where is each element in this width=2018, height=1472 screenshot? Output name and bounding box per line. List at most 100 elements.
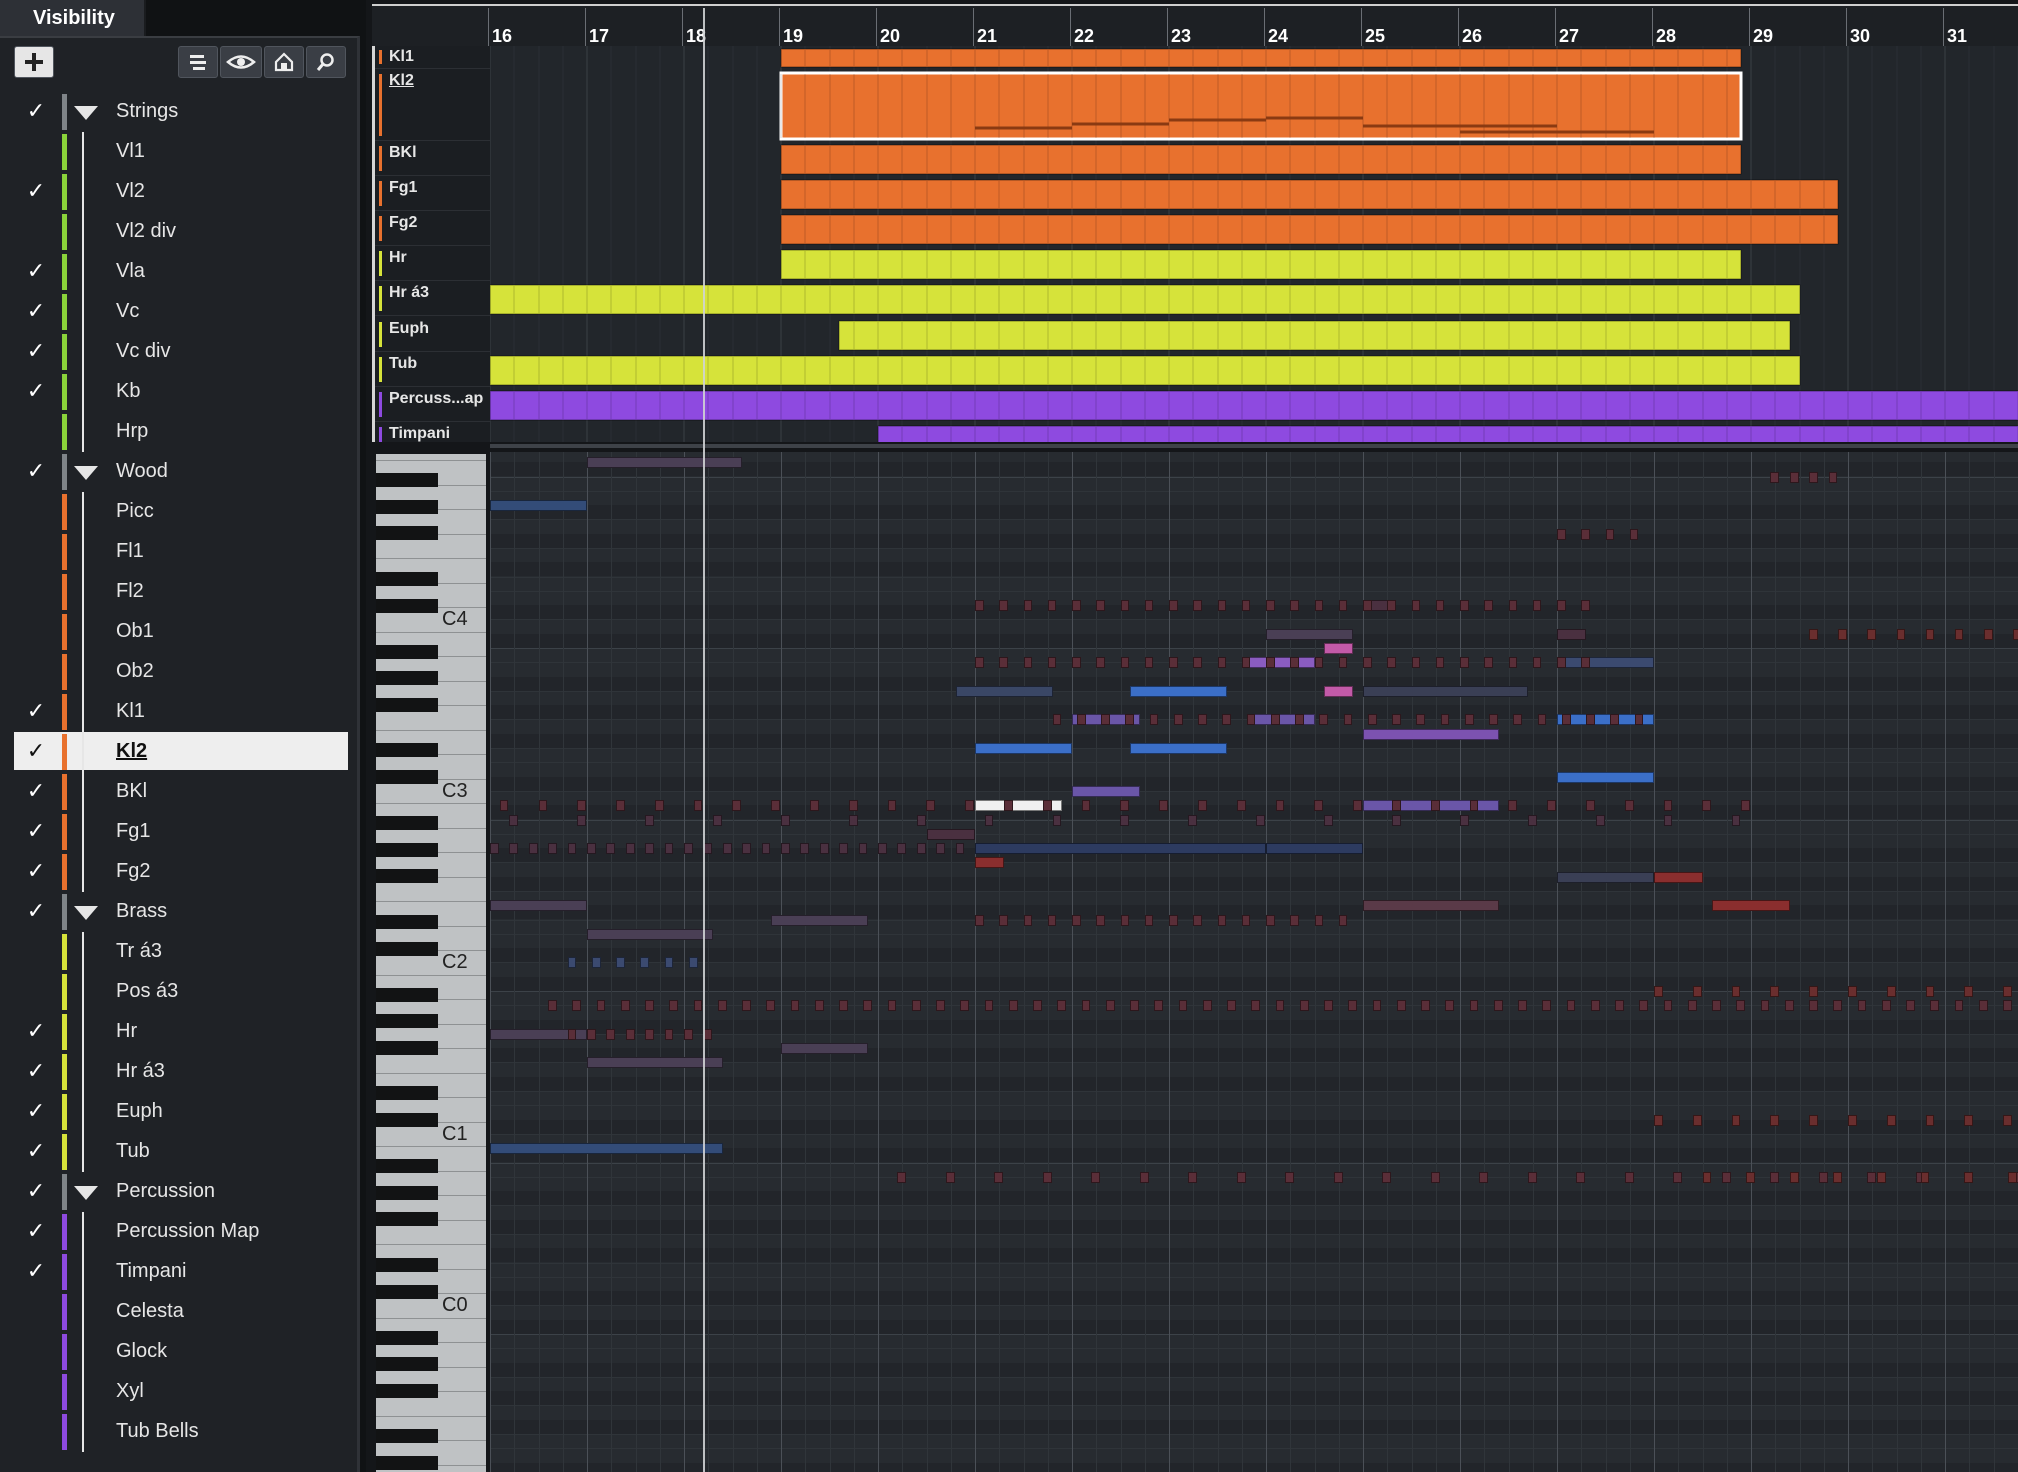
- track-row-timpani[interactable]: ✓ Timpani: [14, 1252, 348, 1292]
- midi-note[interactable]: [1606, 529, 1614, 540]
- midi-note[interactable]: [1072, 600, 1081, 611]
- midi-note[interactable]: [1363, 900, 1499, 911]
- midi-note[interactable]: [936, 843, 945, 854]
- track-row-euph[interactable]: ✓ Euph: [14, 1092, 348, 1132]
- midi-part[interactable]: [780, 179, 1839, 210]
- black-key[interactable]: [376, 1456, 438, 1471]
- midi-note[interactable]: [1809, 1115, 1818, 1126]
- midi-note[interactable]: [1712, 1000, 1721, 1011]
- piano-keyboard[interactable]: C4 C3 C2 C1 C0: [376, 454, 486, 1472]
- visibility-checkbox[interactable]: ✓: [24, 92, 48, 130]
- midi-note[interactable]: [1557, 657, 1654, 668]
- midi-note[interactable]: [1591, 1000, 1600, 1011]
- midi-note[interactable]: [1926, 986, 1934, 997]
- midi-note[interactable]: [1528, 1172, 1537, 1183]
- midi-note[interactable]: [616, 800, 625, 811]
- midi-note[interactable]: [587, 929, 713, 940]
- midi-note[interactable]: [1218, 915, 1226, 926]
- track-row-fl1[interactable]: Fl1: [14, 532, 348, 572]
- track-row-strings[interactable]: ✓ Strings: [14, 92, 348, 130]
- midi-note[interactable]: [1484, 600, 1493, 611]
- midi-note[interactable]: [1290, 600, 1299, 611]
- midi-note[interactable]: [645, 843, 654, 854]
- midi-note[interactable]: [1586, 800, 1595, 811]
- midi-note[interactable]: [1984, 629, 1993, 640]
- editor-splitter[interactable]: [490, 444, 2018, 448]
- track-row-vc[interactable]: ✓ Vc: [14, 292, 348, 332]
- track-row-xyl[interactable]: Xyl: [14, 1372, 348, 1412]
- track-row-vl2-div[interactable]: Vl2 div: [14, 212, 348, 252]
- midi-note[interactable]: [999, 915, 1008, 926]
- midi-note[interactable]: [1363, 729, 1499, 740]
- black-key[interactable]: [376, 842, 438, 857]
- midi-part[interactable]: [780, 144, 1742, 175]
- midi-note[interactable]: [1198, 800, 1207, 811]
- track-row-hr-3[interactable]: ✓ Hr á3: [14, 1052, 348, 1092]
- midi-note[interactable]: [897, 843, 906, 854]
- black-key[interactable]: [376, 1086, 438, 1101]
- midi-note[interactable]: [1858, 1000, 1866, 1011]
- midi-note[interactable]: [1237, 1172, 1246, 1183]
- midi-note[interactable]: [927, 829, 975, 840]
- timeline-ruler[interactable]: 16 17 18 19 20 21 22 23 24 25 26 27 28 29 30 31: [372, 6, 2018, 51]
- midi-note[interactable]: [839, 1000, 848, 1011]
- midi-note[interactable]: [1024, 657, 1032, 668]
- midi-note[interactable]: [1290, 915, 1299, 926]
- midi-note[interactable]: [960, 1000, 969, 1011]
- visibility-checkbox[interactable]: ✓: [24, 452, 48, 490]
- midi-note[interactable]: [1218, 600, 1226, 611]
- black-key[interactable]: [376, 869, 438, 884]
- midi-note[interactable]: [490, 1143, 723, 1154]
- midi-note[interactable]: [1266, 843, 1363, 854]
- midi-note[interactable]: [1741, 800, 1750, 811]
- midi-note[interactable]: [839, 843, 848, 854]
- midi-note[interactable]: [1576, 1172, 1585, 1183]
- midi-note[interactable]: [1082, 800, 1090, 811]
- visibility-checkbox[interactable]: ✓: [24, 1012, 48, 1050]
- midi-note[interactable]: [1193, 915, 1202, 926]
- midi-note[interactable]: [1072, 786, 1140, 797]
- midi-note[interactable]: [1625, 1172, 1634, 1183]
- arrange-track-header[interactable]: BKl: [375, 142, 490, 176]
- midi-note[interactable]: [1882, 1000, 1891, 1011]
- midi-note[interactable]: [1877, 1172, 1886, 1183]
- midi-note[interactable]: [1251, 1000, 1260, 1011]
- midi-note[interactable]: [1130, 1000, 1139, 1011]
- midi-note[interactable]: [587, 457, 742, 468]
- midi-note[interactable]: [1242, 657, 1250, 668]
- midi-note[interactable]: [1509, 600, 1517, 611]
- midi-note[interactable]: [1693, 1115, 1702, 1126]
- midi-note[interactable]: [771, 915, 868, 926]
- midi-note[interactable]: [669, 1000, 678, 1011]
- midi-note[interactable]: [1057, 1000, 1066, 1011]
- midi-note[interactable]: [1581, 529, 1590, 540]
- midi-note[interactable]: [1334, 1172, 1343, 1183]
- midi-note[interactable]: [1533, 600, 1541, 611]
- midi-note[interactable]: [626, 1029, 635, 1040]
- midi-note[interactable]: [1295, 714, 1304, 725]
- midi-note[interactable]: [1276, 800, 1284, 811]
- midi-note[interactable]: [849, 815, 858, 826]
- midi-note[interactable]: [1596, 815, 1605, 826]
- visibility-checkbox[interactable]: ✓: [24, 812, 48, 850]
- midi-note[interactable]: [888, 800, 896, 811]
- midi-note[interactable]: [1635, 714, 1643, 725]
- midi-note[interactable]: [1024, 600, 1032, 611]
- midi-note[interactable]: [917, 843, 926, 854]
- midi-note[interactable]: [1790, 1172, 1799, 1183]
- midi-note[interactable]: [689, 957, 698, 968]
- midi-note[interactable]: [1285, 1172, 1294, 1183]
- midi-note[interactable]: [985, 1000, 993, 1011]
- midi-note[interactable]: [490, 900, 587, 911]
- midi-note[interactable]: [1732, 1115, 1740, 1126]
- midi-note[interactable]: [820, 843, 829, 854]
- midi-note[interactable]: [1324, 815, 1333, 826]
- midi-note[interactable]: [912, 1000, 921, 1011]
- visibility-checkbox[interactable]: ✓: [24, 1252, 48, 1290]
- midi-note[interactable]: [1009, 1000, 1018, 1011]
- midi-note[interactable]: [1518, 1000, 1527, 1011]
- midi-note[interactable]: [1387, 657, 1396, 668]
- black-key[interactable]: [376, 1185, 438, 1200]
- midi-note[interactable]: [1654, 986, 1663, 997]
- midi-note[interactable]: [1736, 1000, 1745, 1011]
